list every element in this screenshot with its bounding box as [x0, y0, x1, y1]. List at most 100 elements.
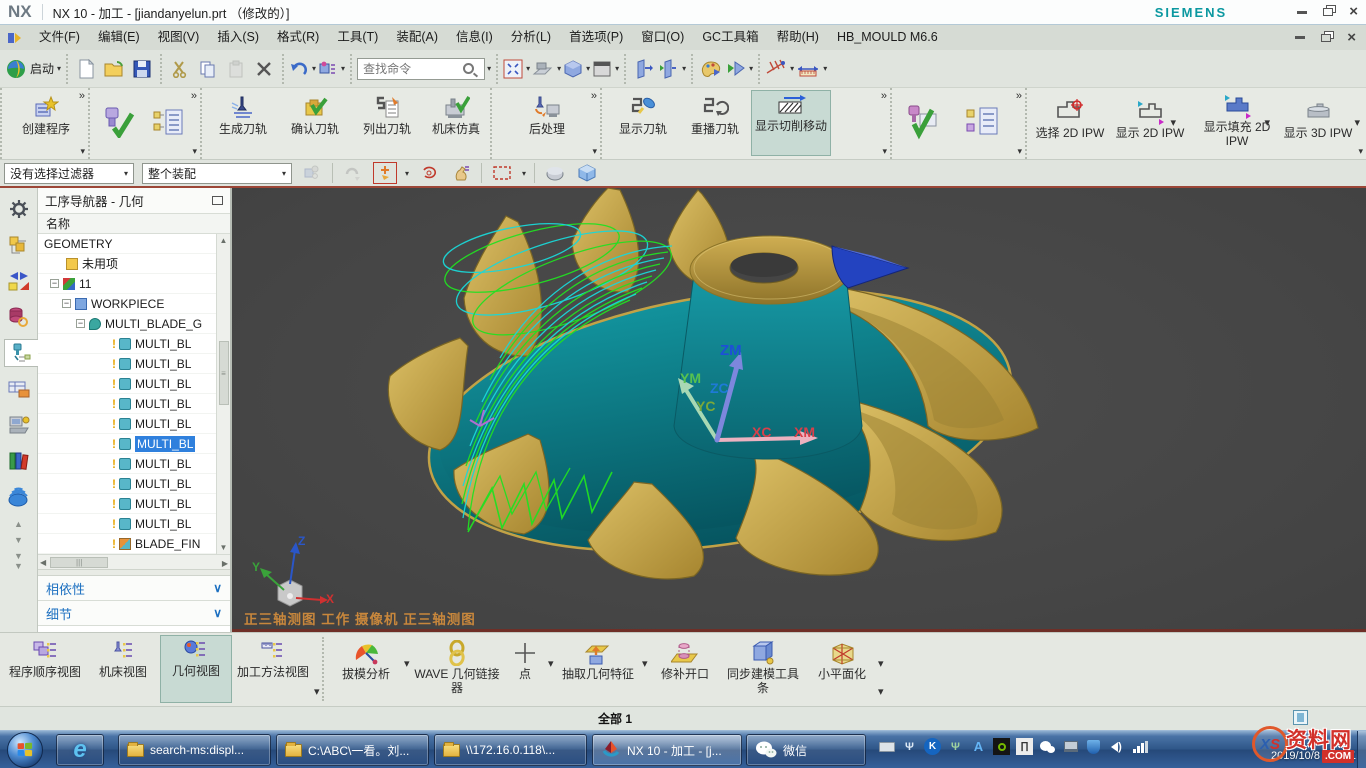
draft-analysis-button[interactable]: 拔模分析: [330, 637, 402, 681]
fit-view-button[interactable]: ▾: [503, 55, 530, 83]
menu-format[interactable]: 格式(R): [268, 25, 328, 50]
horizontal-scrollbar[interactable]: ◀ ||| ▶: [38, 554, 230, 569]
scroll-right-arrow[interactable]: ▶: [222, 559, 228, 568]
snap-point-dropdown[interactable]: ▾: [405, 169, 409, 178]
copy-button[interactable]: [195, 55, 221, 83]
start-menu-button[interactable]: 启动▾: [5, 55, 61, 83]
show-cut-moves-button[interactable]: 显示切削移动: [751, 90, 831, 156]
collapse-toggle[interactable]: −: [50, 279, 59, 288]
tree-row-operation[interactable]: !MULTI_BL: [38, 454, 230, 474]
ime-k-tray-icon[interactable]: K: [924, 738, 941, 755]
point-button[interactable]: 点: [504, 637, 546, 681]
tree-row-operation[interactable]: !MULTI_BL: [38, 394, 230, 414]
nx-taskbar-button[interactable]: NX 10 - 加工 - [j...: [592, 734, 742, 766]
selection-filter-dropdown[interactable]: 没有选择过滤器▾: [4, 163, 134, 184]
tree-row-operation[interactable]: !MULTI_BL: [38, 514, 230, 534]
replay-toolpath-button[interactable]: 重播刀轨: [679, 92, 751, 136]
snap-point-icon[interactable]: [373, 162, 397, 184]
wechat-taskbar-button[interactable]: 微信: [746, 734, 866, 766]
keyboard-tray-icon[interactable]: [878, 738, 895, 755]
display-mode-button[interactable]: ▾: [563, 55, 590, 83]
process-studio-icon[interactable]: [5, 411, 33, 439]
snap-disabled-icon[interactable]: [341, 162, 365, 184]
roles-gear-icon[interactable]: [5, 195, 33, 223]
facet-body-button[interactable]: 小平面化: [808, 637, 876, 681]
tree-row-operation-selected[interactable]: !MULTI_BL: [38, 434, 230, 454]
patch-opening-button[interactable]: 修补开口: [650, 637, 720, 681]
part-navigator-icon[interactable]: [5, 303, 33, 331]
panel-splitter[interactable]: [38, 569, 230, 576]
vertical-scrollbar[interactable]: ▲ ≡ ▼: [216, 234, 230, 554]
measure-distance-button[interactable]: ▾: [796, 55, 827, 83]
scroll-left-arrow[interactable]: ◀: [40, 558, 46, 567]
nvidia-tray-icon[interactable]: [993, 738, 1010, 755]
resource-scroll-up[interactable]: ▲: [0, 519, 37, 529]
verify-tool-icon[interactable]: [102, 106, 136, 138]
measure-lines-button[interactable]: ▾: [765, 55, 794, 83]
rotate-point-icon[interactable]: [417, 162, 441, 184]
group-dropdown[interactable]: ▾: [192, 146, 197, 157]
constraint-navigator-icon[interactable]: [5, 267, 33, 295]
menu-help[interactable]: 帮助(H): [768, 25, 828, 50]
machining-method-view-button[interactable]: 加工方法视图: [234, 637, 312, 679]
generate-toolpath-button[interactable]: 生成刀轨: [207, 92, 279, 136]
menu-edit[interactable]: 编辑(E): [89, 25, 149, 50]
assembly-tools-button[interactable]: ▾: [318, 55, 345, 83]
menu-preferences[interactable]: 首选项(P): [560, 25, 632, 50]
resource-scroll-down[interactable]: ▼: [0, 535, 37, 545]
collapse-toggle[interactable]: −: [76, 319, 85, 328]
wechat-tray-icon[interactable]: [1039, 738, 1056, 755]
rectangle-select-dropdown[interactable]: ▾: [522, 169, 526, 178]
play-analysis-button[interactable]: ▾: [726, 55, 753, 83]
mdi-restore-button[interactable]: [1321, 34, 1331, 42]
group-dropdown[interactable]: ▾: [1017, 146, 1022, 157]
menu-view[interactable]: 视图(V): [149, 25, 209, 50]
tree-row-unused[interactable]: 未用项: [38, 254, 230, 274]
group-dropdown[interactable]: ▾: [80, 146, 85, 157]
undock-panel-button[interactable]: [212, 196, 223, 205]
tree-row-geometry[interactable]: GEOMETRY: [38, 234, 230, 254]
resource-scroll-end[interactable]: ▼▼: [0, 551, 37, 571]
details-section[interactable]: 细节∨: [38, 601, 230, 626]
show-3d-ipw-button[interactable]: 显示 3D IPW: [1279, 96, 1357, 140]
show-filled-2d-ipw-dropdown[interactable]: ▾: [1264, 116, 1270, 129]
scroll-thumb[interactable]: ≡: [219, 341, 229, 405]
tree-row-operation[interactable]: !MULTI_BL: [38, 414, 230, 434]
tree-row-operation[interactable]: !MULTI_BL: [38, 334, 230, 354]
tree-row-mcs[interactable]: −11: [38, 274, 230, 294]
undo-button[interactable]: ▾: [289, 55, 316, 83]
mill-check-icon[interactable]: [906, 104, 946, 140]
menu-gc-toolbox[interactable]: GC工具箱: [693, 25, 767, 50]
overflow-chevron[interactable]: »: [591, 90, 597, 102]
column-header[interactable]: 名称: [38, 214, 230, 234]
extract-geometry-button[interactable]: 抽取几何特征: [556, 637, 640, 681]
clip-section-button[interactable]: [631, 55, 657, 83]
scroll-up-arrow[interactable]: ▲: [220, 236, 228, 245]
navigator-list-icon[interactable]: [152, 106, 184, 138]
open-file-button[interactable]: [101, 55, 127, 83]
facet-dropdown[interactable]: ▾: [878, 657, 1363, 670]
render-style-icon[interactable]: [543, 162, 567, 184]
security-shield-tray-icon[interactable]: [1085, 738, 1102, 755]
overflow-chevron[interactable]: »: [191, 90, 197, 102]
folder-taskbar-button-1[interactable]: search-ms:displ...: [118, 734, 271, 766]
folder-taskbar-button-3[interactable]: \\172.16.0.118\...: [434, 734, 587, 766]
reuse-library-icon[interactable]: [5, 447, 33, 475]
create-program-button[interactable]: 创建程序: [10, 92, 82, 136]
synchronous-modeling-button[interactable]: 同步建模工具条: [722, 637, 804, 695]
hand-tool-icon[interactable]: [449, 162, 473, 184]
close-button[interactable]: ×: [1349, 7, 1358, 17]
postprocess-button[interactable]: 后处理: [511, 92, 583, 136]
group-dropdown[interactable]: ▾: [1358, 146, 1363, 157]
mdi-close-button[interactable]: ×: [1347, 33, 1356, 43]
display-tray-icon[interactable]: [1062, 738, 1079, 755]
volume-tray-icon[interactable]: ): [1108, 738, 1125, 755]
folder-taskbar-button-2[interactable]: C:\ABC\一看。刘...: [276, 734, 429, 766]
dependencies-section[interactable]: 相依性∨: [38, 576, 230, 601]
simulate-machine-button[interactable]: 机床仿真: [420, 92, 492, 136]
tree-row-blade-finish[interactable]: !BLADE_FIN: [38, 534, 230, 554]
scroll-down-arrow[interactable]: ▼: [220, 543, 228, 552]
window-style-button[interactable]: ▾: [592, 55, 619, 83]
show-3d-ipw-dropdown[interactable]: ▾: [1354, 116, 1360, 129]
geometry-view-button[interactable]: 几何视图: [160, 635, 232, 703]
